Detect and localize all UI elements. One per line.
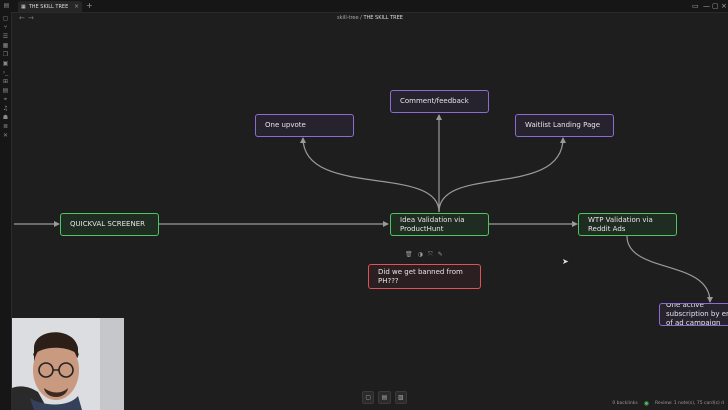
edge-idea-to-upvote (300, 137, 440, 213)
window-sidebar-icon[interactable]: ▭ (692, 1, 699, 11)
node-toolbar: 🗑 ◑ ⤧ ✎ (405, 251, 443, 259)
node-active-subscription[interactable]: One active subscription by end of ad cam… (659, 303, 728, 326)
node-comment-feedback[interactable]: Comment/feedback (390, 90, 489, 113)
template-icon[interactable]: ▣ (2, 60, 9, 67)
tab-title: THE SKILL TREE (28, 3, 69, 10)
calendar-icon[interactable]: ▦ (2, 42, 9, 49)
minimize-icon[interactable]: — (703, 1, 710, 11)
add-note-icon[interactable]: ▤ (378, 390, 391, 404)
node-waitlist-landing-page[interactable]: Waitlist Landing Page (515, 114, 614, 137)
copy-icon[interactable]: ❐ (2, 51, 9, 58)
mouse-cursor-icon: ➤ (562, 257, 569, 266)
audio-icon[interactable]: ♫ (2, 105, 9, 112)
webcam-person-image (12, 318, 124, 410)
node-label: One upvote (265, 121, 306, 129)
canvas-icon: ▦ (21, 3, 26, 10)
robot-icon[interactable]: ☗ (2, 114, 9, 121)
sidebar-toggle-icon[interactable]: ▤ (3, 2, 10, 9)
zoom-to-node-icon[interactable]: ⤧ (428, 251, 433, 259)
webcam-overlay (12, 318, 124, 410)
add-card-icon[interactable]: ▢ (362, 390, 375, 404)
tab-skill-tree[interactable]: ▦ THE SKILL TREE × (18, 1, 82, 12)
delete-icon[interactable]: 🗑 (405, 251, 413, 259)
close-tab-icon[interactable]: × (74, 3, 79, 10)
terminal-icon[interactable]: ›_ (2, 69, 9, 76)
node-label: Comment/feedback (400, 97, 469, 105)
node-label: Did we get banned from PH??? (378, 267, 463, 285)
canvas-icon[interactable]: ⊞ (2, 78, 9, 85)
color-icon[interactable]: ◑ (418, 251, 423, 259)
bookmark-icon[interactable]: ▤ (2, 87, 9, 94)
node-label: WTP Validation via Reddit Ads (588, 215, 653, 233)
node-banned-from-ph[interactable]: Did we get banned from PH??? (368, 264, 481, 289)
node-one-upvote[interactable]: One upvote (255, 114, 354, 137)
breadcrumb: skill-tree / THE SKILL TREE (12, 14, 728, 22)
node-label: Idea Validation via ProductHunt (400, 215, 465, 233)
status-bar: 0 backlinks ◉ Review: 1 note(s), 75 card… (612, 400, 724, 407)
maximize-icon[interactable]: ▢ (712, 1, 719, 11)
node-idea-validation[interactable]: Idea Validation via ProductHunt (390, 213, 489, 236)
stack-icon[interactable]: ≣ (2, 123, 9, 130)
left-ribbon: ▢ ⑂ ☰ ▦ ❐ ▣ ›_ ⊞ ▤ ⌖ ♫ ☗ ≣ ✕ (0, 12, 12, 410)
edit-icon[interactable]: ✎ (438, 251, 443, 259)
node-label: Waitlist Landing Page (525, 121, 601, 129)
edge-wtp-to-subscription (626, 235, 713, 303)
tag-icon[interactable]: ⌖ (2, 96, 9, 103)
review-status[interactable]: Review: 1 note(s), 75 card(s) d (655, 401, 724, 406)
navigation-bar: ← → skill-tree / THE SKILL TREE (12, 12, 728, 24)
breadcrumb-current[interactable]: THE SKILL TREE (363, 15, 403, 21)
new-tab-button[interactable]: + (86, 1, 93, 11)
graph-icon[interactable]: ⑂ (2, 24, 9, 31)
node-wtp-validation[interactable]: WTP Validation via Reddit Ads (578, 213, 677, 236)
node-label: One active subscription by end of ad cam… (666, 303, 728, 326)
add-media-icon[interactable]: ▨ (394, 390, 407, 404)
canvas-bottom-toolbar: ▢ ▤ ▨ (362, 390, 407, 404)
backlinks-count[interactable]: 0 backlinks (612, 401, 637, 406)
breadcrumb-folder[interactable]: skill-tree (337, 15, 359, 21)
close-window-icon[interactable]: × (721, 1, 727, 11)
list-icon[interactable]: ☰ (2, 33, 9, 40)
file-icon[interactable]: ▢ (2, 15, 9, 22)
breadcrumb-separator: / (360, 15, 362, 21)
settings-icon[interactable]: ✕ (2, 132, 9, 139)
sync-status-icon[interactable]: ◉ (644, 400, 649, 407)
edge-idea-to-waitlist (438, 137, 566, 213)
node-quickval-screener[interactable]: QUICKVAL SCREENER (60, 213, 159, 236)
node-label: QUICKVAL SCREENER (70, 220, 145, 228)
